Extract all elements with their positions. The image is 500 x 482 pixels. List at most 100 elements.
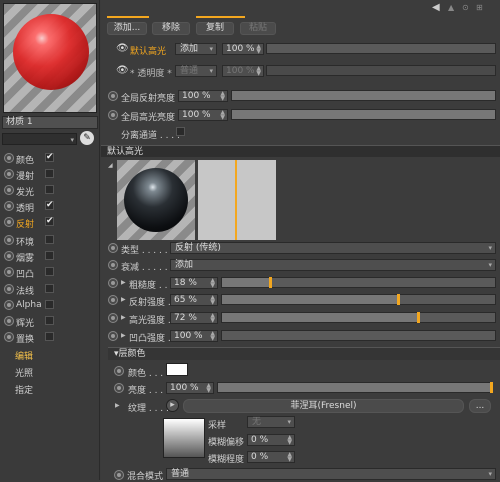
- add-layer-button[interactable]: 添加...: [107, 22, 147, 35]
- spinner-icon[interactable]: ▲ ▼: [220, 110, 225, 121]
- radio-icon[interactable]: [108, 278, 118, 288]
- blur-scale-field[interactable]: 0 % ▲ ▼: [247, 451, 295, 463]
- radio-icon[interactable]: [108, 295, 118, 305]
- layer1-percent-field[interactable]: 100 % ▲ ▼: [222, 43, 264, 55]
- attenuation-select[interactable]: 添加 ▾: [170, 259, 496, 271]
- radio-icon[interactable]: [114, 383, 124, 393]
- brightness-field[interactable]: 100 % ▲ ▼: [166, 382, 214, 394]
- layer1-opacity-slider[interactable]: [266, 43, 496, 54]
- spinner-icon[interactable]: ▲ ▼: [210, 295, 215, 306]
- channel-checkbox[interactable]: [45, 300, 54, 309]
- layer2-opacity-slider[interactable]: [266, 65, 496, 76]
- spinner-icon[interactable]: ▲ ▼: [256, 66, 261, 77]
- channel-checkbox[interactable]: [45, 251, 54, 260]
- texture-more-button[interactable]: ...: [469, 399, 491, 413]
- radio-icon[interactable]: [114, 470, 124, 480]
- channel-checkbox[interactable]: ✔: [45, 153, 54, 162]
- collapse-triangle-icon[interactable]: ◢: [108, 162, 113, 169]
- radio-icon[interactable]: [108, 331, 118, 341]
- eye-icon[interactable]: 👁: [116, 43, 129, 54]
- spinner-icon[interactable]: ▲ ▼: [287, 435, 292, 446]
- spinner-icon[interactable]: ▲ ▼: [210, 331, 215, 342]
- material-dropdown[interactable]: ▾: [2, 133, 77, 145]
- channel-diffusion[interactable]: 漫射: [2, 167, 98, 182]
- expand-triangle-icon[interactable]: ▶: [115, 402, 120, 409]
- channel-normal[interactable]: 法线: [2, 282, 98, 297]
- radio-icon[interactable]: [4, 300, 14, 310]
- radio-icon[interactable]: [4, 185, 14, 195]
- layer2-name[interactable]: * 透明度 *: [130, 66, 172, 79]
- separate-pass-checkbox[interactable]: [176, 127, 185, 136]
- radio-icon[interactable]: [108, 260, 118, 270]
- radio-icon[interactable]: [4, 235, 14, 245]
- channel-transparency[interactable]: 透明 ✔: [2, 199, 98, 214]
- radio-icon[interactable]: [4, 332, 14, 342]
- radio-icon[interactable]: [4, 267, 14, 277]
- radio-icon[interactable]: [108, 243, 118, 253]
- remove-layer-button[interactable]: 移除: [152, 22, 190, 35]
- slider-knob[interactable]: [490, 382, 493, 393]
- eyedropper-icon[interactable]: ✎: [80, 131, 94, 145]
- slider-knob[interactable]: [269, 277, 273, 288]
- texture-shader-button[interactable]: 菲涅耳(Fresnel): [183, 399, 464, 413]
- blur-offset-field[interactable]: 0 % ▲ ▼: [247, 434, 295, 446]
- layer-color-header[interactable]: ▾层颜色: [108, 347, 500, 360]
- slider-knob[interactable]: [397, 294, 401, 305]
- nav-illumination[interactable]: 光照: [15, 366, 33, 379]
- copy-layer-button[interactable]: 复制: [196, 22, 234, 35]
- paste-layer-button[interactable]: 粘贴: [240, 22, 276, 35]
- channel-checkbox[interactable]: [45, 316, 54, 325]
- channel-checkbox[interactable]: [45, 169, 54, 178]
- nav-assignment[interactable]: 指定: [15, 383, 33, 396]
- nav-lock-icon[interactable]: ⊙: [462, 3, 469, 12]
- channel-checkbox[interactable]: [45, 332, 54, 341]
- spinner-icon[interactable]: ▲ ▼: [287, 452, 292, 463]
- material-preview[interactable]: [3, 3, 97, 113]
- radio-icon[interactable]: [108, 110, 118, 120]
- spinner-icon[interactable]: ▲ ▼: [220, 91, 225, 102]
- spinner-icon[interactable]: ▲ ▼: [210, 278, 215, 289]
- texture-menu-icon[interactable]: ▸: [166, 399, 179, 412]
- reflection-strength-slider[interactable]: [221, 294, 496, 305]
- roughness-slider[interactable]: [221, 277, 496, 288]
- layer2-mode-select[interactable]: 普通 ▾: [175, 65, 217, 77]
- channel-alpha[interactable]: Alpha: [2, 298, 98, 313]
- channel-color[interactable]: 颜色 ✔: [2, 151, 98, 166]
- brightness-slider[interactable]: [217, 382, 493, 393]
- spinner-icon[interactable]: ▲ ▼: [206, 383, 211, 394]
- global-reflection-field[interactable]: 100 % ▲ ▼: [178, 90, 228, 102]
- channel-environment[interactable]: 环境: [2, 233, 98, 248]
- channel-displacement[interactable]: 置换: [2, 330, 98, 345]
- slider-knob[interactable]: [416, 312, 420, 323]
- radio-icon[interactable]: [4, 169, 14, 179]
- layer-section-header[interactable]: 默认高光: [101, 145, 500, 157]
- channel-checkbox[interactable]: [45, 185, 54, 194]
- channel-checkbox[interactable]: ✔: [45, 217, 54, 226]
- eye-icon[interactable]: 👁: [116, 65, 129, 76]
- spinner-icon[interactable]: ▲ ▼: [256, 44, 261, 55]
- specular-strength-slider[interactable]: [221, 312, 496, 323]
- channel-bump[interactable]: 凹凸: [2, 265, 98, 280]
- bump-strength-field[interactable]: 100 % ▲ ▼: [170, 330, 218, 342]
- radio-icon[interactable]: [4, 201, 14, 211]
- type-select[interactable]: 反射 (传统) ▾: [170, 242, 496, 254]
- reflection-strength-field[interactable]: 65 % ▲ ▼: [170, 294, 218, 306]
- radio-icon[interactable]: [4, 251, 14, 261]
- expand-triangle-icon[interactable]: ▶: [121, 314, 126, 321]
- specular-strength-field[interactable]: 72 % ▲ ▼: [170, 312, 218, 324]
- channel-luminance[interactable]: 发光: [2, 183, 98, 198]
- channel-checkbox[interactable]: [45, 267, 54, 276]
- global-reflection-slider[interactable]: [231, 90, 496, 101]
- radio-icon[interactable]: [4, 217, 14, 227]
- layer1-mode-select[interactable]: 添加 ▾: [175, 43, 217, 55]
- channel-fog[interactable]: 烟雾: [2, 249, 98, 264]
- material-name-field[interactable]: 材质 1: [2, 116, 98, 129]
- radio-icon[interactable]: [4, 153, 14, 163]
- specular-falloff-graph[interactable]: [198, 160, 276, 240]
- channel-reflectance[interactable]: 反射 ✔: [2, 215, 98, 230]
- radio-icon[interactable]: [108, 91, 118, 101]
- channel-checkbox[interactable]: [45, 235, 54, 244]
- sampling-select[interactable]: 无 ▾: [247, 416, 295, 428]
- expand-triangle-icon[interactable]: ▶: [121, 332, 126, 339]
- radio-icon[interactable]: [4, 316, 14, 326]
